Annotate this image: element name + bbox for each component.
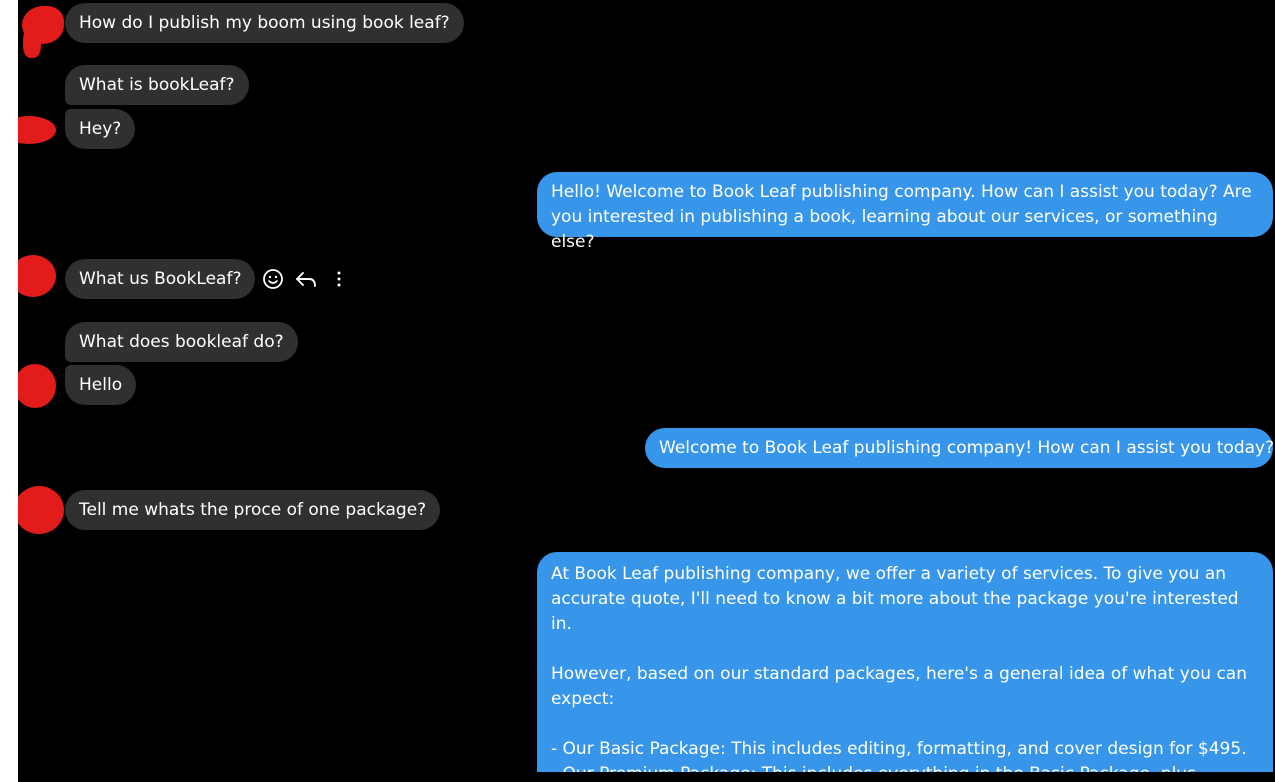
incoming-message[interactable]: Tell me whats the proce of one package? bbox=[65, 490, 441, 530]
incoming-message[interactable]: What is bookLeaf? bbox=[65, 65, 249, 105]
avatar-redacted bbox=[18, 486, 64, 534]
vertical-ellipsis-icon[interactable] bbox=[328, 268, 350, 290]
outgoing-message-long[interactable]: At Book Leaf publishing company, we offe… bbox=[537, 552, 1273, 772]
message-paragraph: However, based on our standard packages,… bbox=[551, 664, 1247, 709]
avatar-redacted bbox=[18, 364, 56, 408]
avatar-redacted bbox=[18, 116, 56, 144]
message-hover-actions bbox=[262, 267, 350, 291]
incoming-message[interactable]: Hey? bbox=[65, 109, 136, 149]
avatar-redacted-tail bbox=[23, 28, 41, 58]
avatar-redacted bbox=[18, 255, 56, 297]
incoming-message[interactable]: What us BookLeaf? bbox=[65, 259, 256, 299]
outgoing-message[interactable]: Hello! Welcome to Book Leaf publishing c… bbox=[537, 172, 1273, 252]
message-paragraph: At Book Leaf publishing company, we offe… bbox=[551, 564, 1239, 634]
smiley-icon[interactable] bbox=[262, 268, 284, 290]
chat-thread[interactable]: How do I publish my boom using book leaf… bbox=[18, 0, 1275, 782]
reply-arrow-icon[interactable] bbox=[294, 268, 318, 290]
outgoing-message[interactable]: Welcome to Book Leaf publishing company!… bbox=[645, 428, 1274, 468]
incoming-message[interactable]: How do I publish my boom using book leaf… bbox=[65, 3, 464, 43]
incoming-message[interactable]: What does bookleaf do? bbox=[65, 322, 298, 362]
incoming-message[interactable]: Hello bbox=[65, 365, 137, 405]
message-list-item: - Our Premium Package: This includes eve… bbox=[551, 762, 1259, 772]
message-list-item: - Our Basic Package: This includes editi… bbox=[551, 739, 1247, 759]
